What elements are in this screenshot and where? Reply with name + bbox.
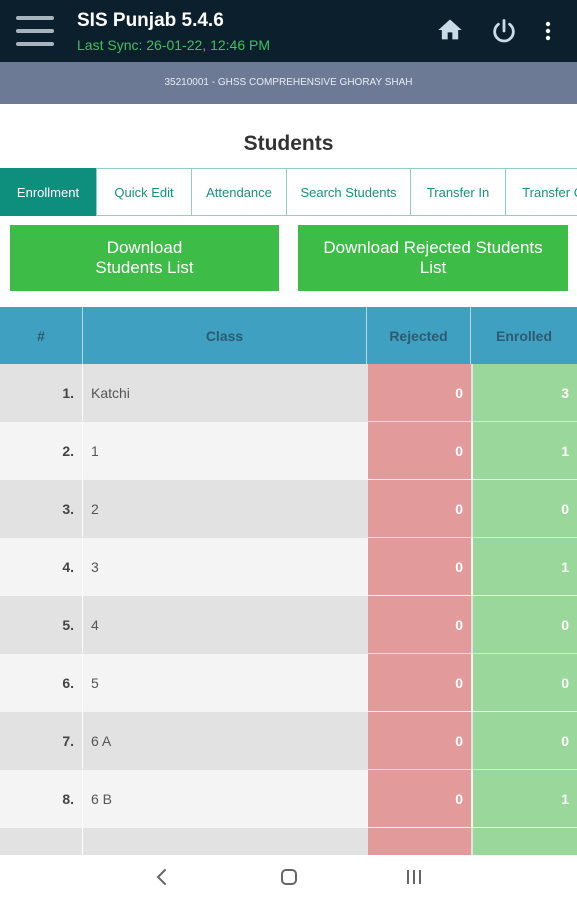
row-rejected: 0 [368, 480, 471, 537]
header-rejected: Rejected [367, 307, 470, 364]
table-row[interactable]: 3. 2 0 0 [0, 480, 577, 538]
row-rejected: 0 [368, 538, 471, 595]
download-rejected-line2: List [419, 258, 447, 277]
row-class: Katchi [91, 384, 130, 401]
download-students-line1: Download [106, 238, 183, 257]
row-class: 6 B [91, 790, 113, 807]
app-bar: SIS Punjab 5.4.6 Last Sync: 26-01-22, 12… [0, 0, 577, 62]
table-row[interactable]: 1. Katchi 0 3 [0, 364, 577, 422]
row-number: 5. [62, 616, 74, 633]
row-number: 1. [62, 384, 74, 401]
row-class: 6 A [91, 732, 112, 749]
header-class: Class [83, 307, 366, 364]
row-class: 3 [91, 558, 99, 575]
row-enrolled: 0 [473, 654, 577, 711]
download-rejected-students-button[interactable]: Download Rejected Students List [298, 225, 568, 291]
table-row[interactable]: 8. 6 B 01 [0, 770, 577, 828]
row-class: 1 [91, 442, 99, 459]
tab-quick-edit[interactable]: Quick Edit [96, 168, 192, 216]
home-icon[interactable] [436, 16, 464, 44]
row-class: 2 [91, 500, 99, 517]
row-number: 6. [62, 674, 74, 691]
row-class: 4 [91, 616, 99, 633]
row-enrolled: 1 [473, 770, 577, 827]
last-sync-text: Last Sync: 26-01-22, 12:46 PM [77, 37, 270, 53]
row-number: 3. [62, 500, 74, 517]
page-title: Students [243, 132, 334, 155]
row-number: 2. [62, 442, 74, 459]
tab-search-students[interactable]: Search Students [286, 168, 411, 216]
tab-attendance[interactable]: Attendance [191, 168, 287, 216]
row-number: 4. [62, 558, 74, 575]
row-enrolled: 3 [473, 364, 577, 421]
row-number: 7. [62, 732, 74, 749]
power-icon[interactable] [490, 17, 518, 45]
table-row[interactable]: 4. 3 0 1 [0, 538, 577, 596]
table-row[interactable]: 2. 1 0 1 [0, 422, 577, 480]
row-rejected: 0 [368, 654, 471, 711]
download-students-list-button[interactable]: Download Students List [10, 225, 279, 291]
row-enrolled: 0 [473, 712, 577, 769]
tab-transfer-in[interactable]: Transfer In [410, 168, 506, 216]
row-enrolled: 0 [473, 480, 577, 537]
header-num: # [0, 307, 82, 364]
hamburger-menu-icon[interactable] [16, 16, 56, 48]
row-rejected: 0 [368, 364, 471, 421]
row-rejected: 0 [368, 712, 471, 769]
tab-enrollment[interactable]: Enrollment [0, 168, 96, 216]
school-banner: 35210001 - GHSS COMPREHENSIVE GHORAY SHA… [0, 62, 577, 104]
tab-transfer-out[interactable]: Transfer O [505, 168, 577, 216]
back-icon[interactable] [152, 867, 172, 887]
school-name: 35210001 - GHSS COMPREHENSIVE GHORAY SHA… [164, 77, 413, 88]
row-class: 5 [91, 674, 99, 691]
home-circle-icon[interactable] [279, 867, 299, 887]
tab-bar: Enrollment Quick Edit Attendance Search … [0, 168, 577, 216]
more-vert-icon[interactable] [538, 18, 558, 44]
app-title: SIS Punjab 5.4.6 [77, 10, 224, 31]
row-enrolled: 1 [473, 538, 577, 595]
table-row[interactable]: 6. 5 0 0 [0, 654, 577, 712]
table-row[interactable]: 7. 6 A 00 [0, 712, 577, 770]
row-enrolled: 0 [473, 596, 577, 653]
table-row[interactable]: 5. 4 0 0 [0, 596, 577, 654]
header-enrolled: Enrolled [471, 307, 577, 364]
row-rejected: 0 [368, 422, 471, 479]
row-enrolled: 1 [473, 422, 577, 479]
download-students-line2: Students List [95, 258, 194, 277]
download-rejected-line1: Download Rejected Students [323, 238, 543, 257]
system-nav-bar [0, 855, 577, 900]
row-rejected: 0 [368, 770, 471, 827]
row-number: 8. [62, 790, 74, 807]
row-rejected: 0 [368, 596, 471, 653]
recent-apps-icon[interactable] [404, 867, 424, 887]
